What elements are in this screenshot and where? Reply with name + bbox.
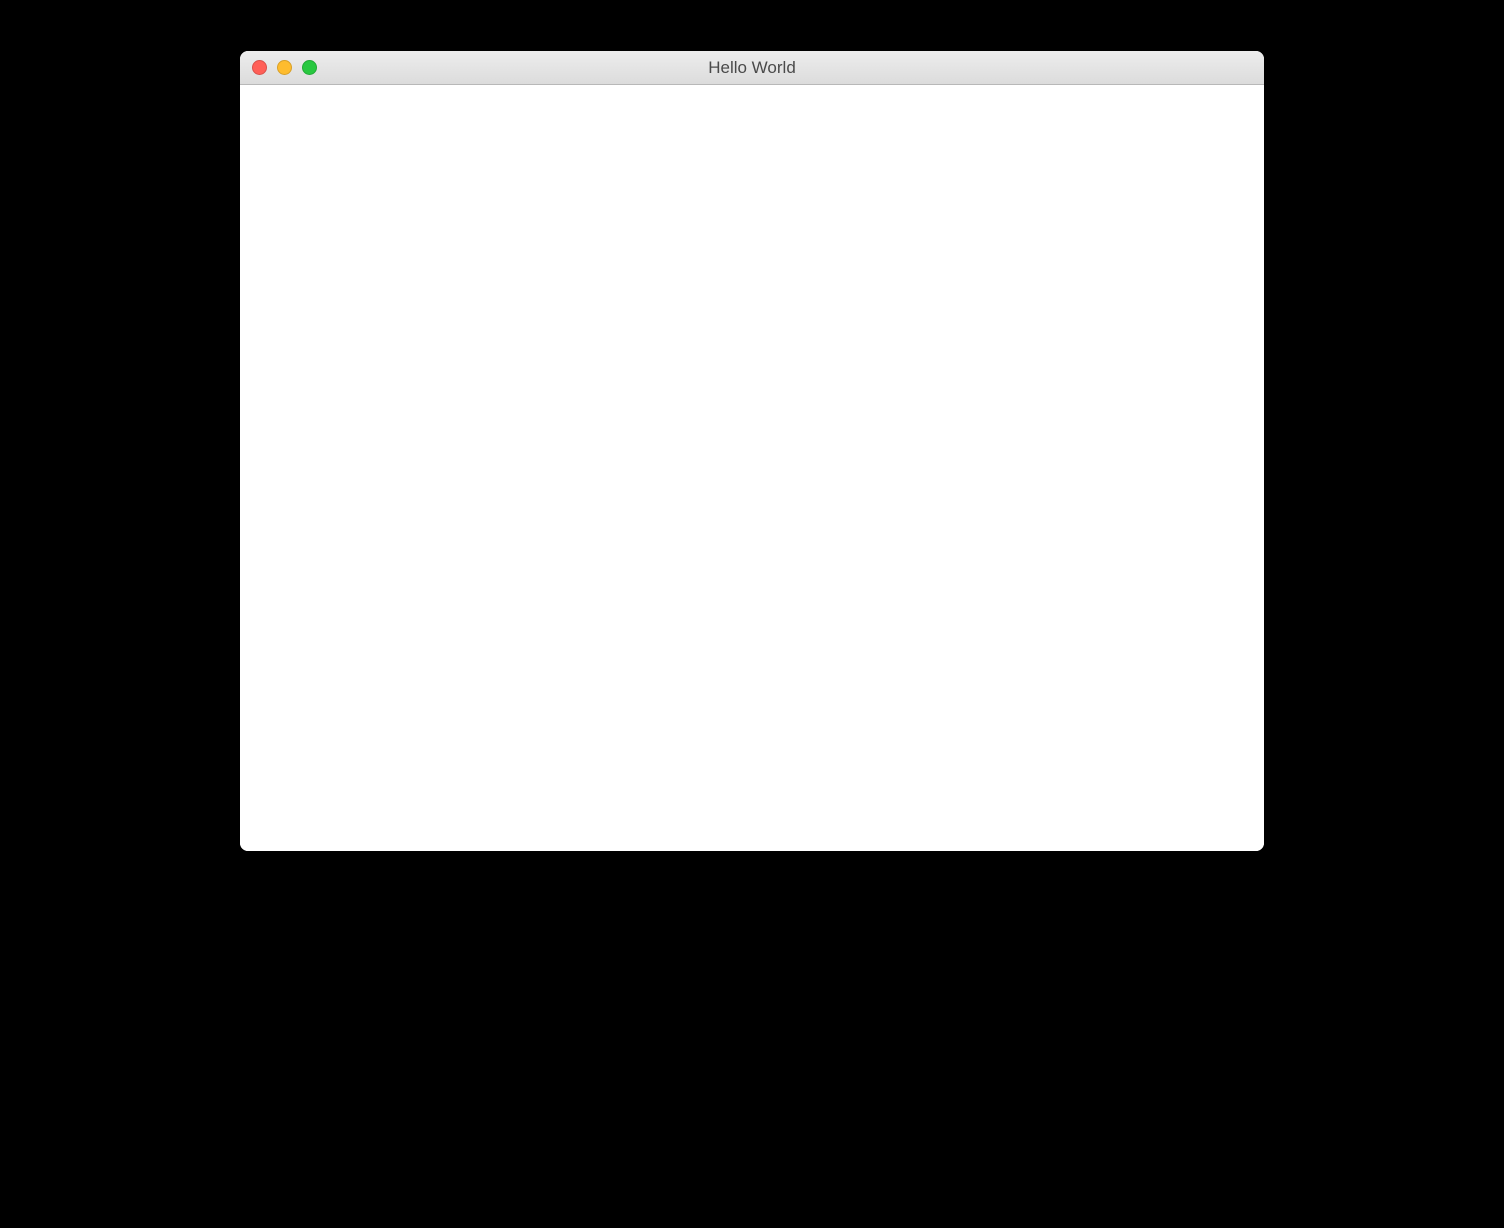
application-window: Hello World [240,51,1264,851]
window-titlebar[interactable]: Hello World [240,51,1264,85]
close-button[interactable] [252,60,267,75]
zoom-button[interactable] [302,60,317,75]
window-controls [252,60,317,75]
window-title: Hello World [240,58,1264,78]
minimize-button[interactable] [277,60,292,75]
window-content [240,85,1264,851]
